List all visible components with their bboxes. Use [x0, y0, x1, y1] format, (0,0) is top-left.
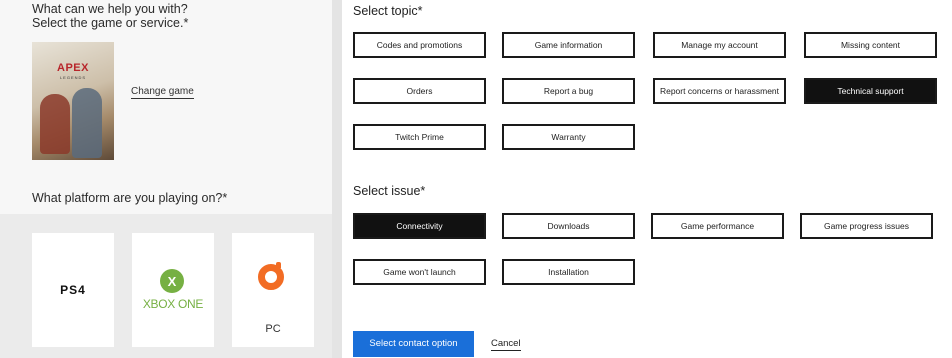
cancel-link[interactable]: Cancel [491, 338, 521, 351]
game-cover-image: APEX LEGENDS [32, 42, 114, 160]
issue-game-performance[interactable]: Game performance [651, 213, 784, 239]
origin-icon [258, 262, 284, 290]
cover-character-2 [72, 88, 102, 158]
select-contact-option-button[interactable]: Select contact option [353, 331, 474, 357]
panel-divider [332, 0, 342, 358]
issue-game-wont-launch[interactable]: Game won't launch [353, 259, 486, 285]
change-game-link[interactable]: Change game [131, 86, 194, 99]
platform-question: What platform are you playing on?* [32, 191, 228, 205]
platform-card-xbox-one[interactable]: XBOX ONE [132, 233, 214, 347]
ps4-logo: PS4 [60, 283, 86, 297]
topic-report-concerns[interactable]: Report concerns or harassment [653, 78, 786, 104]
topic-warranty[interactable]: Warranty [502, 124, 635, 150]
platform-card-pc[interactable]: PC [232, 233, 314, 347]
topic-orders[interactable]: Orders [353, 78, 486, 104]
topic-twitch-prime[interactable]: Twitch Prime [353, 124, 486, 150]
xbox-one-logo: XBOX ONE [142, 297, 204, 311]
issue-installation[interactable]: Installation [502, 259, 635, 285]
topic-game-information[interactable]: Game information [502, 32, 635, 58]
issue-game-progress-issues[interactable]: Game progress issues [800, 213, 933, 239]
platform-card-ps4[interactable]: PS4 [32, 233, 114, 347]
select-topic-label: Select topic* [353, 4, 423, 18]
xbox-icon [160, 269, 184, 293]
topic-missing-content[interactable]: Missing content [804, 32, 937, 58]
help-question-line1: What can we help you with? [32, 2, 188, 16]
topic-report-a-bug[interactable]: Report a bug [502, 78, 635, 104]
pc-label: PC [265, 323, 281, 335]
cover-character-1 [40, 94, 70, 154]
select-issue-label: Select issue* [353, 184, 426, 198]
cover-logo: APEX [57, 62, 89, 74]
cover-subtitle: LEGENDS [59, 75, 87, 80]
topic-manage-my-account[interactable]: Manage my account [653, 32, 786, 58]
issue-connectivity[interactable]: Connectivity [353, 213, 486, 239]
topic-codes-and-promotions[interactable]: Codes and promotions [353, 32, 486, 58]
issue-downloads[interactable]: Downloads [502, 213, 635, 239]
topic-technical-support[interactable]: Technical support [804, 78, 937, 104]
help-question-line2: Select the game or service.* [32, 16, 189, 30]
